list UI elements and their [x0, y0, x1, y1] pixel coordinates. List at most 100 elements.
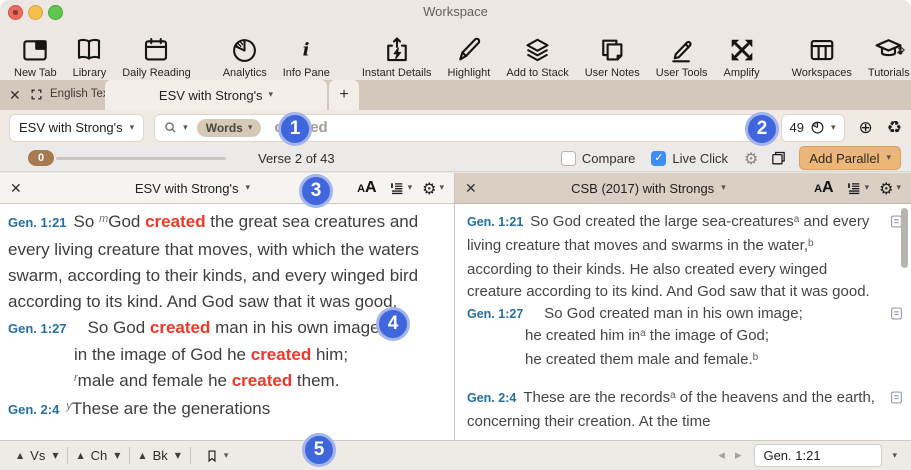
verse-gen-2-4[interactable]: Gen. 2:4These are the recordsa of the he… — [467, 387, 903, 433]
footnote-marker: b — [808, 238, 814, 249]
toolbar-item-label: Add to Stack — [506, 67, 568, 79]
stepper-ch[interactable]: ▲Ch▼ — [68, 448, 129, 463]
annotation-callout-2: 2 — [745, 112, 779, 146]
search-input[interactable]: ▾ Words ▾ created — [154, 114, 766, 142]
toolbar-item-library[interactable]: Library — [65, 31, 115, 79]
step-up-icon[interactable]: ▲ — [77, 451, 83, 460]
verse-text: them. — [292, 371, 339, 390]
footnote-marker: b — [753, 352, 759, 363]
bookmark-menu[interactable]: ▾ — [205, 448, 229, 464]
display-settings-icon[interactable]: ▾ — [846, 180, 870, 196]
search-scope-pill[interactable]: Words ▾ — [197, 119, 262, 137]
search-icon — [163, 120, 178, 135]
toolbar-item-daily-reading[interactable]: Daily Reading — [114, 31, 198, 79]
verse-gen-1-27[interactable]: Gen. 1:27So God created man in his own i… — [467, 303, 903, 373]
verse-reference: Gen. 1:27 — [8, 321, 67, 336]
close-icon[interactable]: ✕ — [10, 180, 22, 197]
poetry-line: rmale and female he created them. — [74, 368, 446, 396]
chevron-down-icon: ▾ — [408, 183, 413, 193]
tab-esv-with-strongs[interactable]: ESV with Strong's ▾ — [105, 80, 327, 110]
search-mode-chevron-icon[interactable]: ▾ — [183, 123, 188, 133]
scrollbar-thumb[interactable] — [901, 208, 908, 268]
toolbar-item-add-to-stack[interactable]: Add to Stack — [498, 31, 576, 79]
verse-text: in the image of God he — [74, 345, 251, 364]
toolbar-item-amplify[interactable]: Amplify — [716, 31, 768, 79]
toolbar-item-label: Info Pane — [283, 67, 330, 79]
text-size-icon[interactable]: AA — [357, 179, 377, 197]
toolbar-item-analytics[interactable]: Analytics — [215, 31, 275, 79]
verse-text: he created him in — [525, 327, 640, 344]
hit-count-button[interactable]: 49 ▾ — [781, 114, 845, 142]
history-forward-icon[interactable]: ▸ — [730, 448, 747, 463]
toolbar-item-label: Amplify — [724, 67, 760, 79]
expand-icon[interactable] — [30, 88, 43, 106]
toolbar-item-new-tab[interactable]: New Tab — [6, 31, 65, 79]
pane-gear-menu[interactable]: ⚙ ▾ — [879, 179, 901, 198]
reference-value: Gen. 1:21 — [763, 448, 820, 463]
step-down-icon[interactable]: ▼ — [175, 451, 181, 460]
module-select-button[interactable]: ESV with Strong's ▾ — [9, 114, 144, 142]
pane-title-dropdown[interactable]: CSB (2017) with Strongs ▾ — [571, 181, 726, 196]
layers-icon — [522, 31, 553, 65]
verse-text: he created them male and female. — [525, 351, 753, 368]
text-panes: ✕ ESV with Strong's ▾ AA ▾ ⚙ ▾ Gen. 1:21… — [0, 173, 911, 440]
text-size-icon[interactable]: AA — [814, 179, 834, 197]
compare-label: Compare — [582, 151, 635, 166]
step-down-icon[interactable]: ▼ — [52, 451, 58, 460]
duplicate-pane-icon[interactable] — [770, 150, 787, 167]
toolbar-item-user-tools[interactable]: User Tools — [648, 31, 716, 79]
step-up-icon[interactable]: ▲ — [139, 451, 145, 460]
poetry-line: So God created man in his own image; — [544, 305, 802, 322]
recycle-icon[interactable]: ♻ — [887, 118, 902, 138]
pane-title: ESV with Strong's — [135, 181, 239, 196]
cross-reference-note-icon[interactable] — [890, 390, 903, 412]
pane-title-dropdown[interactable]: ESV with Strong's ▾ — [135, 181, 250, 196]
verse-gen-2-4[interactable]: Gen. 2:4yThese are the generations — [8, 396, 446, 424]
verse-status-row: 0 Verse 2 of 43 Compare ✓ Live Click ⚙ A… — [0, 145, 911, 172]
close-icon[interactable]: ✕ — [9, 87, 21, 104]
search-hit-word: created — [232, 371, 292, 390]
verse-gen-1-21[interactable]: Gen. 1:21So God created the large sea-cr… — [467, 211, 903, 303]
context-counter-pill[interactable]: 0 — [28, 150, 54, 166]
toolbar-item-workspaces[interactable]: Workspaces — [784, 31, 860, 79]
add-tab-button[interactable]: + — [329, 80, 359, 110]
toolbar-item-label: User Notes — [585, 67, 640, 79]
poetry-line: he created them male and female.b — [525, 349, 881, 373]
step-down-icon[interactable]: ▼ — [114, 451, 120, 460]
verse-gen-1-21[interactable]: Gen. 1:21So mGod created the great sea c… — [8, 209, 446, 315]
notes-icon — [597, 31, 627, 65]
tools-icon — [667, 31, 697, 65]
close-icon[interactable]: ✕ — [465, 180, 477, 197]
toolbar-overflow-icon[interactable]: » — [896, 40, 906, 60]
toolbar-item-instant-details[interactable]: Instant Details — [354, 31, 440, 79]
add-search-icon[interactable]: ⊕ — [859, 118, 873, 138]
verse-text: male and female he — [78, 371, 232, 390]
live-click-gear-icon[interactable]: ⚙ — [744, 149, 758, 168]
context-slider[interactable] — [56, 157, 226, 160]
live-click-checkbox[interactable]: ✓ — [651, 151, 666, 166]
stepper-bk[interactable]: ▲Bk▼ — [130, 448, 189, 463]
hit-count-value: 49 — [790, 120, 804, 135]
toolbar-item-info-pane[interactable]: i Info Pane — [275, 31, 338, 79]
poetry-line: he created him ina the image of God; — [525, 325, 881, 349]
verse-status-text: Verse 2 of 43 — [258, 151, 335, 166]
footnote-marker: a — [670, 390, 676, 401]
reference-input[interactable]: Gen. 1:21 — [754, 444, 882, 467]
compare-checkbox[interactable] — [561, 151, 576, 166]
reference-dropdown-icon[interactable]: ▾ — [892, 451, 897, 461]
pane-gear-menu[interactable]: ⚙ ▾ — [422, 179, 444, 198]
toolbar-item-label: Instant Details — [362, 67, 432, 79]
cross-reference-note-icon[interactable] — [890, 306, 903, 328]
info-icon: i — [297, 31, 315, 65]
toolbar-item-user-notes[interactable]: User Notes — [577, 31, 648, 79]
chevron-down-icon: ▾ — [224, 451, 229, 461]
step-up-icon[interactable]: ▲ — [17, 451, 23, 460]
toolbar-item-highlight[interactable]: Highlight — [440, 31, 499, 79]
display-settings-icon[interactable]: ▾ — [389, 180, 413, 196]
verse-reference: Gen. 2:4 — [8, 402, 59, 417]
stepper-vs[interactable]: ▲Vs▼ — [8, 448, 67, 463]
add-parallel-button[interactable]: Add Parallel ▾ — [799, 146, 901, 170]
toolbar-item-label: Tutorials — [868, 67, 910, 79]
toolbar-item-label: Daily Reading — [122, 67, 190, 79]
history-back-icon[interactable]: ◂ — [713, 448, 730, 463]
